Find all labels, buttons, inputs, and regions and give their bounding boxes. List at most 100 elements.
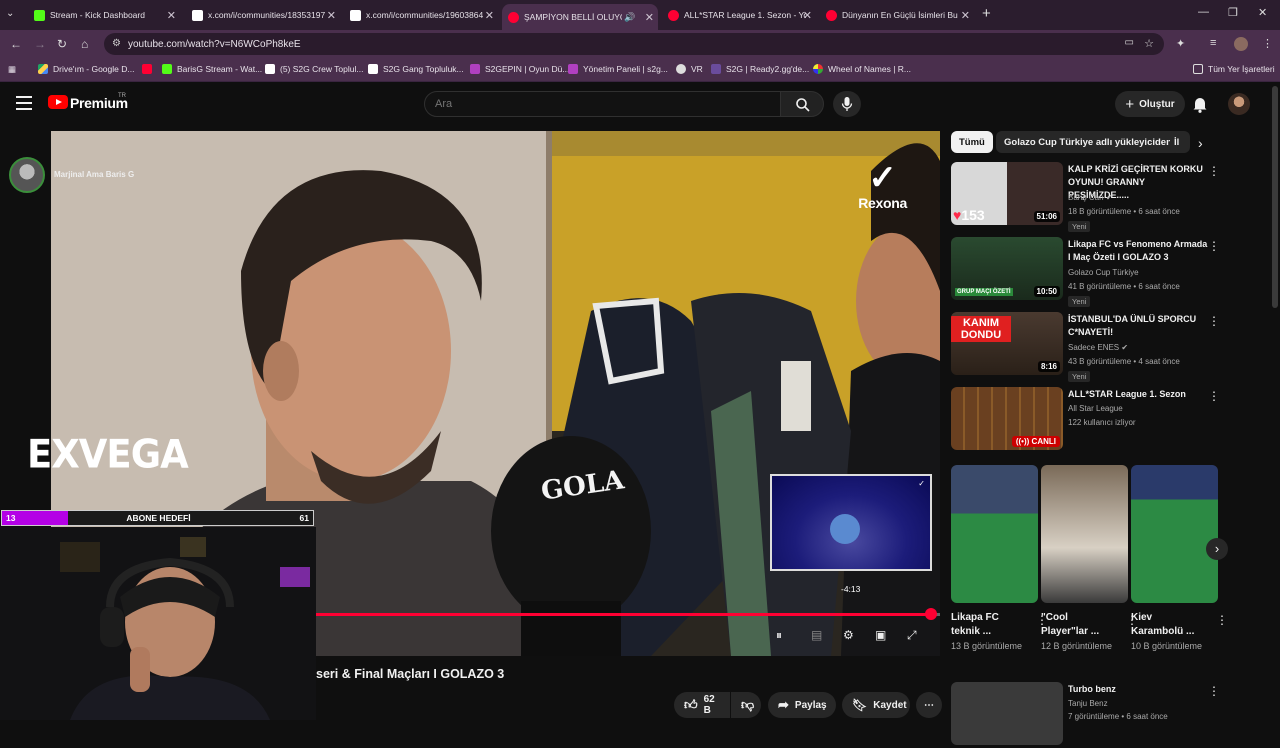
more-options-icon[interactable]: ⋮ [1208, 389, 1220, 403]
bookmark-item[interactable]: Wheel of Names | R... [813, 64, 911, 74]
media-controls-icon[interactable]: ≡ [1210, 37, 1216, 49]
search-button[interactable] [780, 91, 824, 117]
page-scrollbar[interactable] [1272, 86, 1278, 308]
more-options-icon[interactable]: ⋮ [1208, 164, 1220, 178]
recommended-title[interactable]: İSTANBUL'DA ÜNLÜ SPORCU C*NAYETİ! [1068, 313, 1208, 339]
bookmark-item[interactable]: S2G | Ready2.gg'de... [711, 64, 809, 74]
close-tab-icon[interactable]: ✕ [485, 9, 494, 22]
more-actions-button[interactable]: ⋯ [916, 692, 942, 718]
browser-tab[interactable]: x.com/i/communities/18353197 ✕ [186, 4, 340, 26]
more-options-icon[interactable]: ⋮ [1208, 314, 1220, 328]
recommended-title[interactable]: Turbo benz [1068, 683, 1208, 696]
recommended-video[interactable]: KANIM DONDU 8:16 İSTANBUL'DA ÜNLÜ SPORCU… [951, 312, 1261, 382]
search-box[interactable] [424, 91, 781, 117]
short-thumbnail[interactable] [1131, 465, 1218, 603]
recommended-video[interactable]: GRUP MAÇI ÖZETİ 10:50 Likapa FC vs Fenom… [951, 237, 1261, 307]
short-title[interactable]: Likapa FC teknik ... [951, 611, 1026, 639]
close-tab-icon[interactable]: ✕ [327, 9, 336, 22]
close-tab-icon[interactable]: ✕ [803, 9, 812, 22]
hamburger-menu-icon[interactable] [16, 96, 32, 110]
reload-icon[interactable]: ↻ [57, 37, 67, 51]
like-button[interactable]: 👍︎ 62 B [674, 692, 730, 718]
chip-related[interactable]: İl [1170, 131, 1190, 153]
browser-tab[interactable]: Stream - Kick Dashboard ✕ [28, 4, 180, 26]
more-options-icon[interactable]: ⋮ [1208, 684, 1220, 698]
site-info-icon[interactable]: ⚙ [112, 38, 121, 49]
more-options-icon[interactable]: ⋮ [1216, 613, 1228, 627]
recommended-live[interactable]: ((•)) CANLI ALL*STAR League 1. Sezon All… [951, 387, 1261, 453]
video-thumbnail[interactable] [951, 682, 1063, 745]
new-tab-icon[interactable]: + [982, 5, 991, 22]
bookmark-item[interactable]: S2G Gang Topluluk... [368, 64, 464, 74]
browser-tab[interactable]: ALL*STAR League 1. Sezon - Yo ✕ [662, 4, 816, 26]
close-tab-icon[interactable]: ✕ [167, 9, 176, 22]
short-title[interactable]: "Cool Player"lar ... [1041, 611, 1116, 639]
close-tab-icon[interactable]: ✕ [961, 9, 970, 22]
video-thumbnail[interactable]: ((•)) CANLI [951, 387, 1063, 450]
close-window-icon[interactable]: ✕ [1258, 6, 1267, 19]
voice-search-button[interactable] [833, 91, 861, 117]
video-thumbnail[interactable]: GRUP MAÇI ÖZETİ 10:50 [951, 237, 1063, 300]
bookmark-item[interactable]: Yönetim Paneli | s2g... [568, 64, 668, 74]
bookmark-item[interactable]: VR [676, 64, 703, 74]
recommended-title[interactable]: Likapa FC vs Fenomeno Armada I Maç Özeti… [1068, 238, 1208, 264]
apps-grid-icon[interactable]: ▦ [8, 64, 16, 75]
pause-icon[interactable]: ⏸ [776, 628, 782, 643]
cast-icon[interactable]: ▭ [1125, 37, 1134, 48]
chip-all[interactable]: Tümü [951, 131, 993, 153]
bookmark-item[interactable]: S2GEPIN | Oyun Dü... [470, 64, 569, 74]
fullscreen-icon[interactable]: ⤢ [907, 628, 917, 643]
bookmark-item[interactable]: (5) S2G Crew Toplul... [265, 64, 363, 74]
home-icon[interactable]: ⌂ [81, 37, 88, 51]
short-item[interactable]: Kiev Karambolü ... 10 B görüntüleme ⋮ [1131, 465, 1228, 653]
bookmark-item[interactable] [142, 64, 157, 74]
tab-search-icon[interactable]: ⌄ [6, 8, 14, 19]
chips-next-icon[interactable]: › [1198, 135, 1203, 151]
bookmark-star-icon[interactable]: ☆ [1144, 37, 1154, 50]
close-tab-icon[interactable]: ✕ [645, 11, 654, 24]
shorts-next-icon[interactable]: › [1206, 538, 1228, 560]
video-thumbnail[interactable]: ♥153 51:06 [951, 162, 1063, 225]
dislike-button[interactable]: 👎︎ [731, 692, 761, 718]
browser-tab[interactable]: Dünyanın En Güçlü İsimleri Bu ✕ [820, 4, 974, 26]
short-title[interactable]: Kiev Karambolü ... [1131, 611, 1206, 639]
short-thumbnail[interactable] [951, 465, 1038, 603]
forward-icon[interactable]: → [34, 37, 46, 51]
more-options-icon[interactable]: ⋮ [1208, 239, 1220, 253]
miniplayer-icon[interactable]: ▣ [875, 628, 886, 642]
subtitles-icon[interactable]: ▤ [811, 628, 822, 642]
short-item[interactable]: Likapa FC teknik ... 13 B görüntüleme ⋮ [951, 465, 1048, 653]
channel-name[interactable]: Sadece ENES ✔ [1068, 343, 1128, 352]
settings-gear-icon[interactable]: ⚙ [843, 628, 854, 642]
speaker-icon[interactable]: 🔊 [624, 12, 635, 23]
chip-uploader[interactable]: Golazo Cup Türkiye adlı yükleyiciden [996, 131, 1180, 153]
search-input[interactable] [435, 98, 765, 110]
minimize-icon[interactable]: — [1198, 6, 1209, 18]
progress-scrubber[interactable] [925, 608, 937, 620]
short-thumbnail[interactable] [1041, 465, 1128, 603]
channel-name[interactable]: All Star League [1068, 404, 1123, 413]
progress-bar[interactable] [316, 613, 940, 616]
more-menu-icon[interactable]: ⋮ [1262, 37, 1273, 50]
create-button[interactable]: + Oluştur [1115, 91, 1185, 117]
recommended-title[interactable]: ALL*STAR League 1. Sezon [1068, 388, 1208, 401]
account-avatar[interactable] [1228, 93, 1250, 115]
channel-name[interactable]: Tanju Benz [1068, 699, 1108, 708]
notifications-bell-icon[interactable] [1192, 95, 1208, 113]
short-item[interactable]: "Cool Player"lar ... 12 B görüntüleme ⋮ [1041, 465, 1138, 653]
back-icon[interactable]: ← [10, 37, 22, 51]
browser-tab-active[interactable]: ŞAMPİYON BELLİ OLUYO 🔊 ✕ [502, 4, 658, 30]
restore-icon[interactable]: ❐ [1228, 6, 1238, 19]
channel-name[interactable]: Barış Can ✔ [1068, 193, 1113, 202]
youtube-logo-icon[interactable] [48, 95, 68, 109]
browser-tab[interactable]: x.com/i/communities/19603864 ✕ [344, 4, 498, 26]
recommended-video[interactable]: Turbo benz Tanju Benz 7 görüntüleme • 6 … [951, 682, 1261, 748]
profile-avatar[interactable] [1234, 37, 1248, 51]
all-bookmarks-folder[interactable]: Tüm Yer İşaretleri [1193, 64, 1275, 74]
extensions-icon[interactable]: ✦ [1176, 37, 1185, 50]
recommended-video[interactable]: ♥153 51:06 KALP KRİZİ GEÇİRTEN KORKU OYU… [951, 162, 1261, 232]
save-button[interactable]: 🔖︎ Kaydet [842, 692, 910, 718]
bookmark-item[interactable]: Drive'ım - Google D... [38, 64, 134, 74]
channel-name[interactable]: Golazo Cup Türkiye [1068, 268, 1139, 277]
share-button[interactable]: ➦ Paylaş [768, 692, 836, 718]
